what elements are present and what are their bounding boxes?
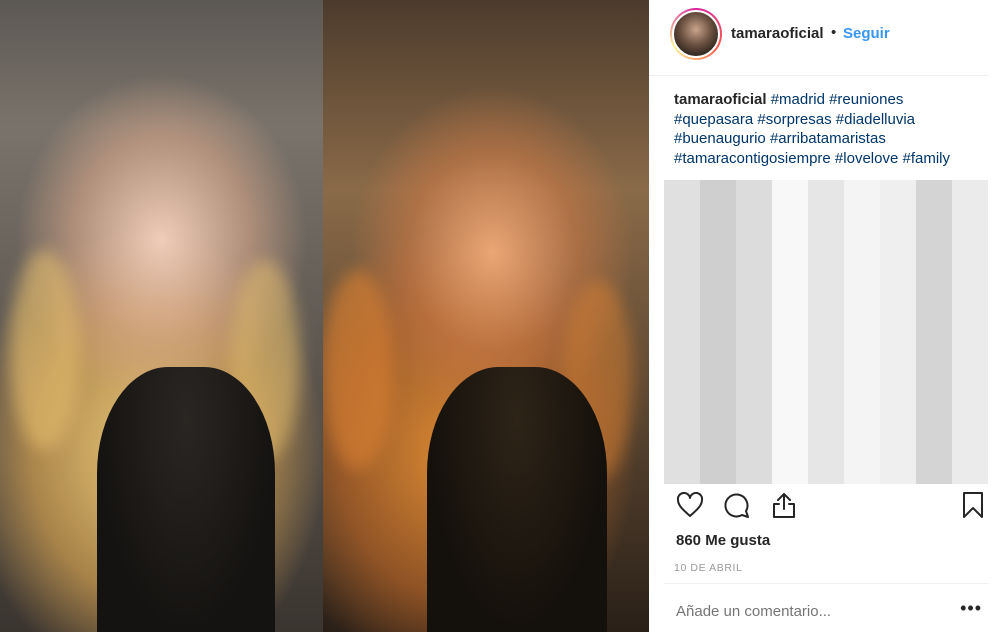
hashtag[interactable]: #sorpresas [757, 111, 831, 128]
sweater [427, 366, 607, 632]
share-icon[interactable] [769, 490, 799, 520]
selfie-left [0, 0, 323, 632]
post-header: tamaraoficial • Seguir [649, 0, 988, 76]
hair-left [323, 270, 393, 470]
follow-button[interactable]: Seguir [843, 25, 890, 42]
heart-icon[interactable] [675, 490, 705, 520]
caption-username[interactable]: tamaraoficial [674, 91, 767, 108]
hair-left [10, 250, 80, 450]
post-date[interactable]: 10 DE ABRIL [674, 562, 742, 574]
hashtag[interactable]: #arribatamaristas [770, 130, 886, 147]
action-bar [649, 486, 988, 526]
bookmark-icon[interactable] [958, 490, 988, 520]
hashtag[interactable]: #tamaracontigosiempre [674, 150, 831, 167]
comment-input[interactable] [676, 603, 946, 620]
avatar[interactable] [670, 8, 722, 60]
likes-count[interactable]: 860 Me gusta [676, 532, 770, 549]
hashtag[interactable]: #diadelluvia [836, 111, 915, 128]
hashtag[interactable]: #buenaugurio [674, 130, 766, 147]
hashtag[interactable]: #reuniones [829, 91, 903, 108]
comment-bubble-icon[interactable] [722, 490, 752, 520]
post-photo[interactable] [0, 0, 649, 632]
hashtag[interactable]: #family [902, 150, 950, 167]
hashtag[interactable]: #madrid [771, 91, 825, 108]
hashtag[interactable]: #lovelove [835, 150, 898, 167]
sweater [96, 366, 275, 632]
avatar-image [672, 10, 720, 58]
pixelated-comments [664, 180, 988, 484]
post-sidebar: tamaraoficial • Seguir tamaraoficial #ma… [649, 0, 1000, 632]
comment-box: ••• [664, 583, 988, 632]
post-caption: tamaraoficial #madrid #reuniones #quepas… [674, 90, 979, 168]
username-link[interactable]: tamaraoficial [731, 25, 824, 42]
selfie-right [323, 0, 649, 632]
separator-dot: • [831, 24, 837, 41]
more-options-icon[interactable]: ••• [960, 599, 982, 617]
hashtag[interactable]: #quepasara [674, 111, 753, 128]
